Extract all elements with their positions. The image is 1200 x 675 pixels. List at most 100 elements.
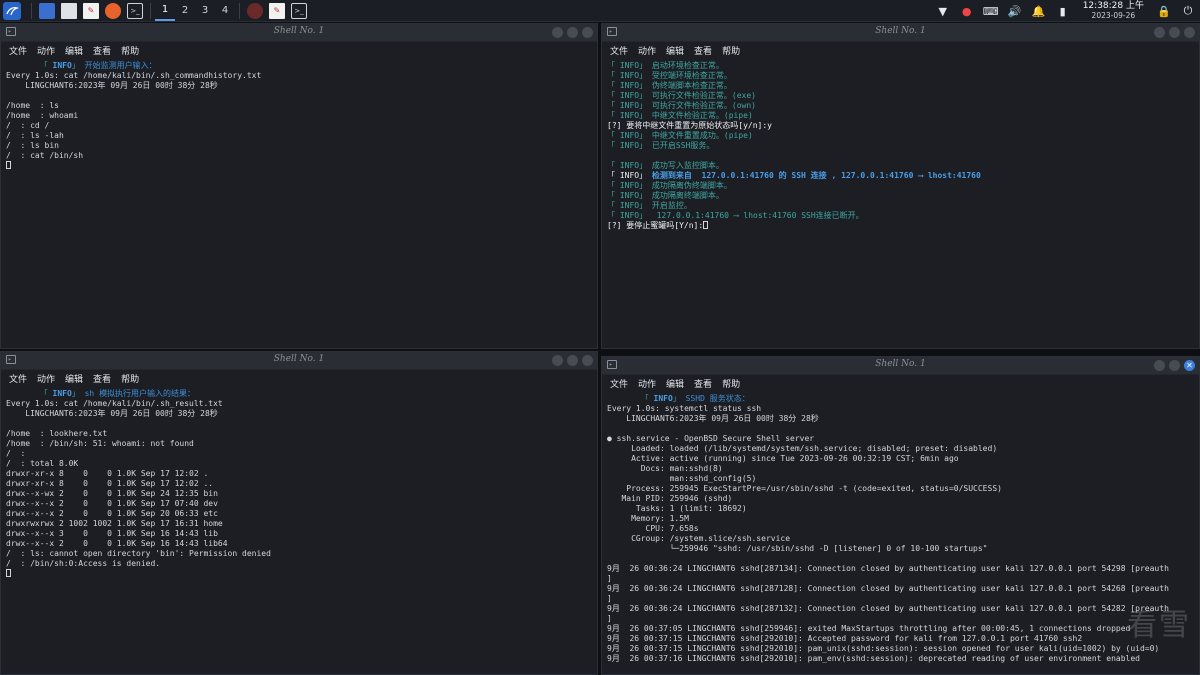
- window-title: Shell No. 1: [273, 354, 325, 364]
- window-titlebar[interactable]: ▸ Shell No. 1: [1, 24, 597, 42]
- file-manager-icon[interactable]: [61, 2, 77, 19]
- keyboard-icon[interactable]: ⌨: [983, 4, 999, 18]
- maximize-button[interactable]: [1169, 360, 1180, 371]
- terminal-line: 「 INFO」 可执行文件检验正常。(own): [607, 101, 1194, 111]
- minimize-button[interactable]: [552, 27, 563, 38]
- terminal-text: drwx--x--x 2 0 0 1.0K Sep 17 07:40 dev: [6, 499, 218, 508]
- workspace-4[interactable]: 4: [215, 1, 235, 21]
- terminal-icon[interactable]: >_: [127, 2, 143, 19]
- menu-help[interactable]: 帮助: [722, 44, 740, 57]
- menu-actions[interactable]: 动作: [638, 44, 656, 57]
- menu-edit[interactable]: 编辑: [666, 44, 684, 57]
- maximize-button[interactable]: [1169, 27, 1180, 38]
- menu-actions[interactable]: 动作: [37, 372, 55, 385]
- terminal-window-icon[interactable]: >_: [291, 2, 307, 19]
- terminal-text: drwx--x-wx 2 0 0 1.0K Sep 24 12:35 bin: [6, 489, 218, 498]
- terminal-line: └─259946 "sshd: /usr/sbin/sshd -D [liste…: [607, 544, 1194, 554]
- terminal-line: Every 1.0s: cat /home/kali/bin/.sh_resul…: [6, 399, 592, 409]
- menu-file[interactable]: 文件: [610, 377, 628, 390]
- editor-window-icon[interactable]: ✎: [269, 2, 285, 19]
- menu-actions[interactable]: 动作: [638, 377, 656, 390]
- text-cursor: [6, 161, 11, 169]
- terminal-text: drwxrwxrwx 2 1002 1002 1.0K Sep 17 16:31…: [6, 519, 223, 528]
- clock-date: 2023-09-26: [1091, 11, 1136, 20]
- menu-edit[interactable]: 编辑: [666, 377, 684, 390]
- window-title: Shell No. 1: [875, 359, 926, 369]
- terminal-line: 「 INFO」 成功隔离终端脚本。: [607, 191, 1194, 201]
- terminal-window-top-right[interactable]: ▸ Shell No. 1 文件 动作 编辑 查看 帮助 「 INFO」 启动环…: [601, 23, 1200, 349]
- terminal-window-top-left[interactable]: ▸ Shell No. 1 文件 动作 编辑 查看 帮助 「 INFO」 开始监…: [0, 23, 598, 349]
- terminal-line: [?] 要停止蜜罐吗[Y/n]:: [607, 221, 1194, 231]
- menu-help[interactable]: 帮助: [121, 372, 139, 385]
- maximize-button[interactable]: [567, 355, 578, 366]
- window-titlebar[interactable]: ▸ Shell No. 1 ✕: [602, 357, 1199, 375]
- menu-help[interactable]: 帮助: [121, 44, 139, 57]
- terminal-line: / : cd /: [6, 121, 592, 131]
- text-editor-icon[interactable]: ✎: [83, 2, 99, 19]
- terminal-text: / : ls -lah: [6, 131, 64, 140]
- terminal-line: LINGCHANT6:2023年 09月 26日 00时 38分 28秒: [607, 414, 1194, 424]
- minimize-button[interactable]: [1154, 360, 1165, 371]
- menu-file[interactable]: 文件: [9, 372, 27, 385]
- menu-view[interactable]: 查看: [694, 377, 712, 390]
- menu-view[interactable]: 查看: [694, 44, 712, 57]
- lock-icon[interactable]: 🔒: [1157, 4, 1171, 18]
- terminal-text: Memory: 1.5M: [607, 514, 689, 523]
- menu-edit[interactable]: 编辑: [65, 372, 83, 385]
- window-titlebar[interactable]: ▸ Shell No. 1: [602, 24, 1199, 42]
- terminal-text: 「 INFO」 受控端环境检查正常。: [607, 71, 732, 80]
- notification-bell-icon[interactable]: 🔔: [1032, 4, 1046, 18]
- kali-menu-icon[interactable]: [3, 1, 21, 20]
- tray-app-icon[interactable]: ●: [960, 4, 974, 18]
- menu-help[interactable]: 帮助: [722, 377, 740, 390]
- terminal-window-bottom-left[interactable]: ▸ Shell No. 1 文件 动作 编辑 查看 帮助 「 INFO」 sh …: [0, 351, 598, 675]
- terminal-output[interactable]: 「 INFO」 SSHD 服务状态： Every 1.0s: systemctl …: [602, 391, 1199, 664]
- minimize-button[interactable]: [552, 355, 563, 366]
- workspace-3[interactable]: 3: [195, 1, 215, 21]
- terminal-line: / : ls: cannot open directory 'bin': Per…: [6, 549, 592, 559]
- terminal-text: /home : ls: [6, 101, 59, 110]
- volume-icon[interactable]: 🔊: [1008, 4, 1022, 18]
- terminal-output[interactable]: 「 INFO」 开始监测用户输入： Every 1.0s: cat /home/k…: [1, 58, 597, 171]
- network-icon[interactable]: ▼: [936, 4, 950, 18]
- show-desktop-icon[interactable]: [39, 2, 55, 19]
- terminal-line: 「 INFO」 检测到来自 127.0.0.1:41760 的 SSH 连接 ,…: [607, 171, 1194, 181]
- workspace-2[interactable]: 2: [175, 1, 195, 21]
- terminal-line: Tasks: 1 (limit: 18692): [607, 504, 1194, 514]
- clock-time: 12:38:28 上午: [1082, 1, 1144, 11]
- window-controls: ✕: [1150, 360, 1195, 371]
- close-button[interactable]: [582, 355, 593, 366]
- maximize-button[interactable]: [567, 27, 578, 38]
- battery-icon[interactable]: ▮: [1056, 4, 1070, 18]
- menu-view[interactable]: 查看: [93, 372, 111, 385]
- terminal-window-bottom-right[interactable]: ▸ Shell No. 1 ✕ 文件 动作 编辑 查看 帮助 「 INFO」 S…: [601, 356, 1200, 675]
- menu-edit[interactable]: 编辑: [65, 44, 83, 57]
- terminal-text: / : /bin/sh:0:Access is denied.: [6, 559, 161, 568]
- terminal-line: 「 INFO」 中继文件检验正常。(pipe): [607, 111, 1194, 121]
- menu-actions[interactable]: 动作: [37, 44, 55, 57]
- close-button[interactable]: ✕: [1184, 360, 1195, 371]
- minimize-button[interactable]: [1154, 27, 1165, 38]
- terminal-output[interactable]: 「 INFO」 sh 模拟执行用户输入的结果： Every 1.0s: cat /…: [1, 386, 597, 579]
- terminal-text: [?] 要停止蜜罐吗[Y/n]:: [607, 221, 704, 230]
- terminal-text: / : cd /: [6, 121, 50, 130]
- firefox-icon[interactable]: [105, 2, 121, 19]
- terminal-text: ]: [607, 614, 612, 623]
- clock[interactable]: 12:38:28 上午 2023-09-26: [1082, 1, 1144, 21]
- terminal-line: /home : ls: [6, 101, 592, 111]
- terminal-text: drwx--x--x 2 0 0 1.0K Sep 20 06:33 etc: [6, 509, 218, 518]
- terminal-line: drwxr-xr-x 8 0 0 1.0K Sep 17 12:02 .: [6, 469, 592, 479]
- menu-file[interactable]: 文件: [9, 44, 27, 57]
- power-icon[interactable]: ⏻: [1181, 4, 1195, 18]
- terminal-text: 「 INFO」 成功隔离伪终端脚本。: [607, 181, 732, 190]
- window-titlebar[interactable]: ▸ Shell No. 1: [1, 352, 597, 370]
- close-button[interactable]: [1184, 27, 1195, 38]
- burp-suite-icon[interactable]: [247, 2, 263, 19]
- close-button[interactable]: [582, 27, 593, 38]
- terminal-output[interactable]: 「 INFO」 启动环境检查正常。「 INFO」 受控端环境检查正常。「 INF…: [602, 58, 1199, 231]
- workspace-1[interactable]: 1: [155, 1, 175, 21]
- menu-view[interactable]: 查看: [93, 44, 111, 57]
- terminal-text: 「 INFO」 已开启SSH服务。: [607, 141, 715, 150]
- menu-file[interactable]: 文件: [610, 44, 628, 57]
